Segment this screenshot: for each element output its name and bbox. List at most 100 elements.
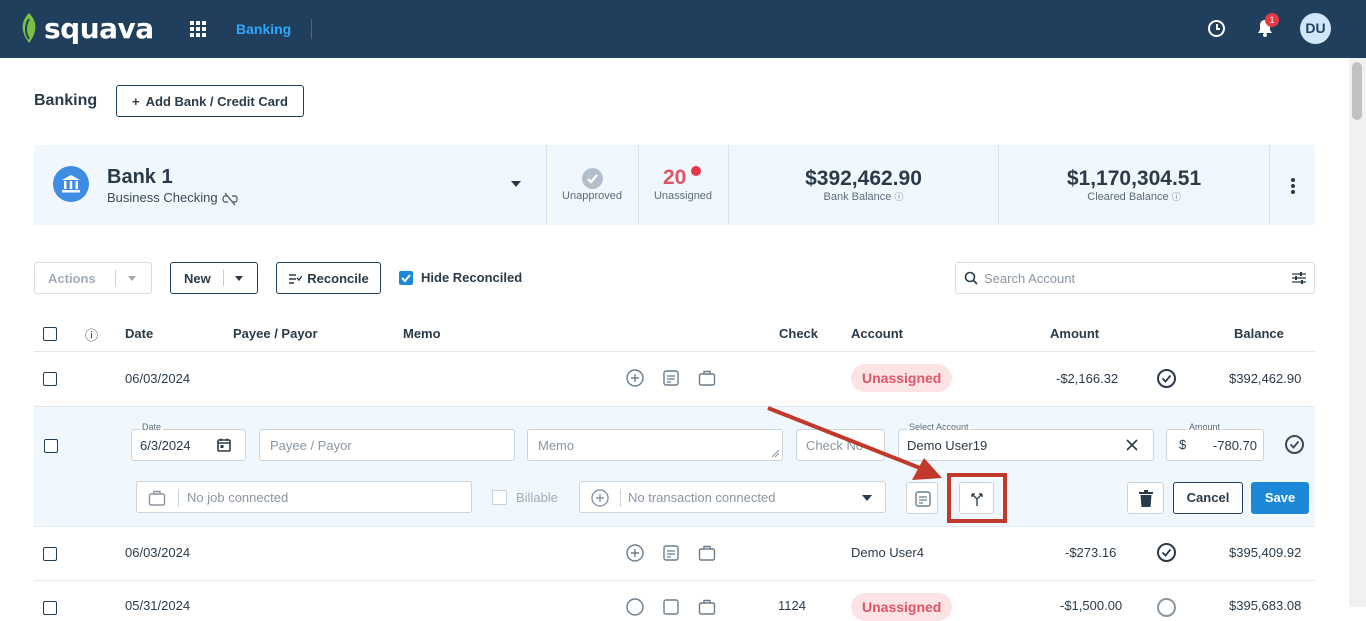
save-button[interactable]: Save — [1251, 482, 1309, 514]
column-header-memo[interactable]: Memo — [403, 326, 441, 341]
row-amount: -$1,500.00 — [1060, 598, 1123, 613]
search-account-box — [955, 262, 1315, 294]
column-header-balance[interactable]: Balance — [1234, 326, 1284, 341]
row-date: 05/31/2024 — [125, 598, 191, 613]
account-status-badge[interactable]: Unassigned — [851, 364, 953, 392]
bank-name[interactable]: Bank 1 — [107, 166, 173, 189]
approve-check-icon[interactable] — [1157, 598, 1176, 617]
reconcile-label: Reconcile — [307, 270, 369, 286]
reconcile-icon — [289, 274, 303, 284]
search-input[interactable] — [984, 263, 1274, 293]
row-amount: -$2,166.32 — [1056, 371, 1119, 386]
hide-reconciled-checkbox[interactable] — [399, 271, 413, 285]
add-circle-icon[interactable] — [626, 544, 644, 562]
cleared-balance-caption: Cleared Balance ⓘ — [999, 190, 1269, 203]
row-balance: $395,409.92 — [1229, 545, 1302, 560]
hide-reconciled-label[interactable]: Hide Reconciled — [421, 270, 522, 285]
memo-field[interactable] — [527, 429, 783, 461]
filter-sliders-icon[interactable] — [1292, 271, 1306, 285]
column-header-amount[interactable]: Amount — [1050, 326, 1099, 341]
clock-icon[interactable] — [1208, 20, 1225, 37]
row-balance: $395,683.08 — [1229, 598, 1302, 613]
unapproved-check-icon[interactable] — [582, 168, 603, 189]
transaction-field[interactable] — [579, 481, 886, 513]
actions-dropdown[interactable]: Actions — [34, 262, 152, 294]
transaction-input[interactable] — [628, 482, 853, 512]
approve-check-icon[interactable] — [1157, 369, 1176, 388]
panel-divider — [1269, 145, 1270, 225]
search-icon — [964, 271, 978, 285]
notes-button[interactable] — [906, 482, 938, 514]
add-circle-icon[interactable] — [626, 598, 644, 616]
date-input[interactable] — [140, 430, 215, 460]
payee-field[interactable] — [259, 429, 515, 461]
select-all-checkbox[interactable] — [43, 327, 57, 341]
column-header-date[interactable]: Date — [125, 326, 153, 341]
page-scrollbar[interactable] — [1349, 58, 1366, 607]
squava-logo[interactable]: squava — [18, 10, 154, 46]
row-account[interactable]: Demo User4 — [851, 545, 924, 560]
job-field[interactable] — [136, 481, 472, 513]
briefcase-icon[interactable] — [698, 598, 716, 616]
panel-divider — [638, 145, 639, 225]
scrollbar-thumb[interactable] — [1352, 62, 1362, 120]
help-icon[interactable]: ⓘ — [85, 325, 98, 344]
column-header-account[interactable]: Account — [851, 326, 903, 341]
info-icon[interactable]: ⓘ — [894, 192, 903, 202]
chevron-down-icon — [235, 276, 243, 281]
resize-handle-icon[interactable] — [771, 449, 780, 458]
check-number-field[interactable] — [796, 429, 885, 461]
bank-balance-value: $392,462.90 — [805, 167, 922, 190]
billable-label[interactable]: Billable — [516, 490, 558, 505]
close-icon[interactable] — [1126, 439, 1138, 451]
row-date: 06/03/2024 — [125, 545, 191, 560]
row-balance: $392,462.90 — [1229, 371, 1302, 386]
delete-button[interactable] — [1127, 482, 1164, 514]
row-checkbox[interactable] — [44, 439, 58, 453]
row-checkbox[interactable] — [43, 547, 57, 561]
new-dropdown[interactable]: New — [170, 262, 258, 294]
memo-input[interactable] — [538, 430, 768, 460]
calendar-icon[interactable] — [217, 438, 231, 452]
more-options-icon[interactable] — [1291, 178, 1295, 194]
account-status-badge[interactable]: Unassigned — [851, 593, 953, 621]
note-icon[interactable] — [662, 598, 680, 616]
account-input[interactable] — [907, 430, 1107, 460]
dropdown-separator — [115, 270, 116, 286]
add-circle-icon[interactable] — [591, 489, 609, 507]
note-icon[interactable] — [662, 369, 680, 387]
select-account-field[interactable]: Select Account — [898, 422, 1154, 461]
user-avatar[interactable]: DU — [1300, 13, 1331, 44]
add-circle-icon[interactable] — [626, 369, 644, 387]
column-header-payee[interactable]: Payee / Payor — [233, 326, 318, 341]
payee-input[interactable] — [270, 430, 506, 460]
row-checkbox[interactable] — [43, 372, 57, 386]
amount-input[interactable] — [1195, 430, 1257, 460]
note-icon[interactable] — [662, 544, 680, 562]
job-input[interactable] — [187, 482, 463, 512]
date-field[interactable]: Date — [131, 422, 246, 461]
amount-field[interactable]: Amount $ — [1166, 422, 1264, 461]
nav-item-banking[interactable]: Banking — [236, 21, 291, 37]
nav-divider — [311, 19, 312, 39]
column-header-check[interactable]: Check — [779, 326, 818, 341]
row-checkbox[interactable] — [43, 601, 57, 615]
approve-check-icon[interactable] — [1157, 543, 1176, 562]
bank-select-chevron-down-icon[interactable] — [511, 181, 521, 187]
chevron-down-icon[interactable] — [862, 495, 872, 501]
bank-balance-caption: Bank Balance ⓘ — [729, 190, 998, 203]
briefcase-icon[interactable] — [698, 369, 716, 387]
unassigned-count[interactable]: 20 — [663, 166, 686, 190]
check-number-input[interactable] — [806, 430, 882, 460]
notification-badge: 1 — [1265, 13, 1279, 27]
reconcile-button[interactable]: Reconcile — [276, 262, 381, 294]
add-bank-button[interactable]: + Add Bank / Credit Card — [116, 85, 304, 117]
info-icon[interactable]: ⓘ — [1172, 192, 1181, 202]
briefcase-icon[interactable] — [698, 544, 716, 562]
billable-checkbox[interactable] — [492, 490, 507, 505]
approve-check-icon[interactable] — [1285, 435, 1304, 454]
cancel-button[interactable]: Cancel — [1173, 482, 1243, 514]
apps-grid-icon[interactable] — [190, 21, 206, 37]
bank-account-type: Business Checking — [107, 190, 218, 205]
currency-symbol: $ — [1179, 437, 1187, 452]
